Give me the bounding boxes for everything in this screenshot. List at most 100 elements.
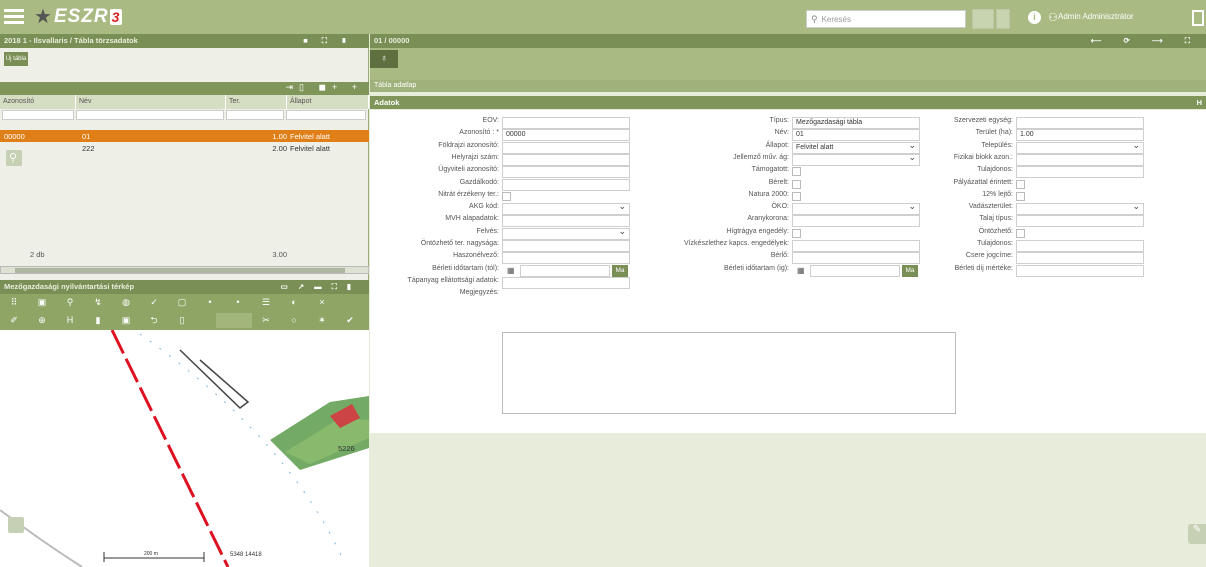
location-icon[interactable] (8, 517, 24, 533)
globe-icon[interactable]: ◍ (120, 297, 132, 307)
delete-icon[interactable]: ▯ (176, 315, 188, 325)
check-icon[interactable]: ✓ (148, 297, 160, 307)
text-field[interactable] (1016, 166, 1144, 179)
filter-input[interactable] (286, 110, 366, 120)
checkbox[interactable] (792, 228, 801, 238)
marker-icon[interactable]: • (232, 297, 244, 307)
table-row[interactable]: 00000 01 1.00 Felvitel alatt (0, 130, 369, 142)
text-field[interactable] (1016, 153, 1144, 166)
section-header[interactable]: Adatok H (370, 96, 1206, 109)
checkbox[interactable] (792, 167, 801, 177)
home-icon[interactable]: ♁ (370, 50, 398, 68)
text-field[interactable] (792, 215, 920, 228)
close-icon[interactable]: × (316, 297, 328, 307)
target-icon[interactable]: ⊕ (36, 315, 48, 325)
checkbox[interactable] (502, 191, 511, 201)
chart-icon[interactable]: ↯ (92, 297, 104, 307)
text-field[interactable] (502, 141, 630, 154)
text-field[interactable] (502, 276, 630, 289)
checkbox[interactable] (1016, 191, 1025, 201)
star-icon[interactable]: ✶ (316, 315, 328, 325)
field-label: Helyrajzi szám: (451, 153, 499, 161)
map-canvas[interactable]: 5226 200 m 5348 14418 (0, 330, 369, 567)
text-field[interactable] (1016, 117, 1144, 129)
select-field[interactable] (1016, 201, 1144, 216)
text-field[interactable] (502, 178, 630, 191)
pin-icon[interactable]: ⚲ (64, 297, 76, 307)
select-field[interactable] (792, 201, 920, 216)
select-icon[interactable]: ⠿ (8, 297, 20, 307)
search-input[interactable]: ⚲ Keresés (806, 10, 966, 28)
dot-icon[interactable]: • (204, 297, 216, 307)
frame-icon[interactable]: ▢ (176, 297, 188, 307)
add-icon[interactable]: ⇥▯ ◼+ + (286, 82, 363, 93)
copy-icon[interactable]: ▮ (92, 315, 104, 325)
column-header[interactable]: Név (76, 95, 226, 109)
today-button[interactable]: Ma (612, 264, 628, 277)
image-icon[interactable]: ▣ (120, 315, 132, 325)
select-field[interactable]: Felvitel alatt (792, 140, 920, 154)
table-row[interactable]: 222 2.00 Felvitel alatt (0, 142, 369, 154)
select-field[interactable] (502, 226, 630, 240)
layer-icon[interactable]: ▣ (36, 297, 48, 307)
info-icon[interactable]: i (1028, 11, 1041, 24)
circle-icon[interactable]: ○ (288, 315, 300, 325)
text-field[interactable]: 01 (792, 129, 920, 142)
calendar-icon[interactable]: ▦ (507, 266, 517, 276)
edit-icon[interactable]: ✔ (344, 315, 356, 325)
checkbox[interactable] (792, 191, 801, 201)
filter-input[interactable] (2, 110, 74, 120)
calendar-icon[interactable]: ▦ (797, 266, 807, 276)
text-field[interactable] (1016, 240, 1144, 252)
map-toggle-button[interactable] (972, 9, 994, 29)
filter-input[interactable] (226, 110, 284, 120)
select-field[interactable] (1016, 140, 1144, 154)
today-button[interactable]: Ma (902, 264, 918, 277)
save-icon[interactable]: H (1197, 96, 1202, 109)
toggle-icon[interactable]: ◐ (288, 297, 300, 307)
date-input[interactable] (810, 264, 900, 277)
new-button[interactable]: Új tábla (4, 52, 28, 66)
select-field[interactable] (792, 152, 920, 166)
filter-input[interactable] (76, 110, 224, 120)
text-field[interactable]: 1.00 (1016, 129, 1144, 142)
column-header[interactable]: Azonosító (0, 95, 76, 109)
text-field[interactable] (1016, 252, 1144, 265)
save-icon[interactable]: H (64, 315, 76, 325)
select-field[interactable] (502, 201, 630, 216)
text-field[interactable] (1016, 215, 1144, 228)
date-input[interactable] (520, 264, 610, 277)
list-icon[interactable]: ☰ (260, 297, 272, 307)
app-logo[interactable]: ★ ESZR 3 (34, 6, 123, 28)
square-button[interactable] (996, 9, 1010, 29)
text-field[interactable]: Mezőgazdasági tábla (792, 117, 920, 129)
active-tool[interactable] (216, 313, 252, 328)
checkbox[interactable] (1016, 179, 1025, 189)
text-field[interactable] (502, 166, 630, 179)
column-header[interactable]: Ter. (226, 95, 287, 109)
text-field[interactable] (502, 117, 630, 129)
text-field[interactable] (502, 215, 630, 228)
notes-textarea[interactable] (502, 332, 956, 414)
menu-icon[interactable] (4, 6, 24, 26)
edit-pencil-icon[interactable]: ✎ (1188, 524, 1206, 544)
column-header[interactable]: Állapot (287, 95, 369, 109)
text-field[interactable] (792, 252, 920, 265)
text-field[interactable] (502, 240, 630, 252)
right-panel: 01 / 00000 ⟵ ⟳ ⟶ ⛶ ♁ Tábla adatlap Adato… (370, 34, 1206, 567)
logout-icon[interactable] (1192, 10, 1204, 26)
zoom-icon[interactable]: ⚲ (6, 150, 22, 166)
text-field[interactable] (502, 252, 630, 265)
draw-icon[interactable]: ✐ (8, 315, 20, 325)
user-name[interactable]: Admin Adminisztrátor (1058, 12, 1134, 21)
text-field[interactable]: 00000 (502, 129, 630, 142)
cut-icon[interactable]: ✂ (260, 315, 272, 325)
checkbox[interactable] (1016, 228, 1025, 238)
horizontal-scrollbar[interactable] (0, 266, 369, 274)
cell-name: 01 (82, 131, 91, 141)
checkbox[interactable] (792, 179, 801, 189)
text-field[interactable] (1016, 264, 1144, 277)
undo-icon[interactable]: ⮌ (148, 315, 160, 325)
text-field[interactable] (502, 153, 630, 166)
text-field[interactable] (792, 240, 920, 252)
